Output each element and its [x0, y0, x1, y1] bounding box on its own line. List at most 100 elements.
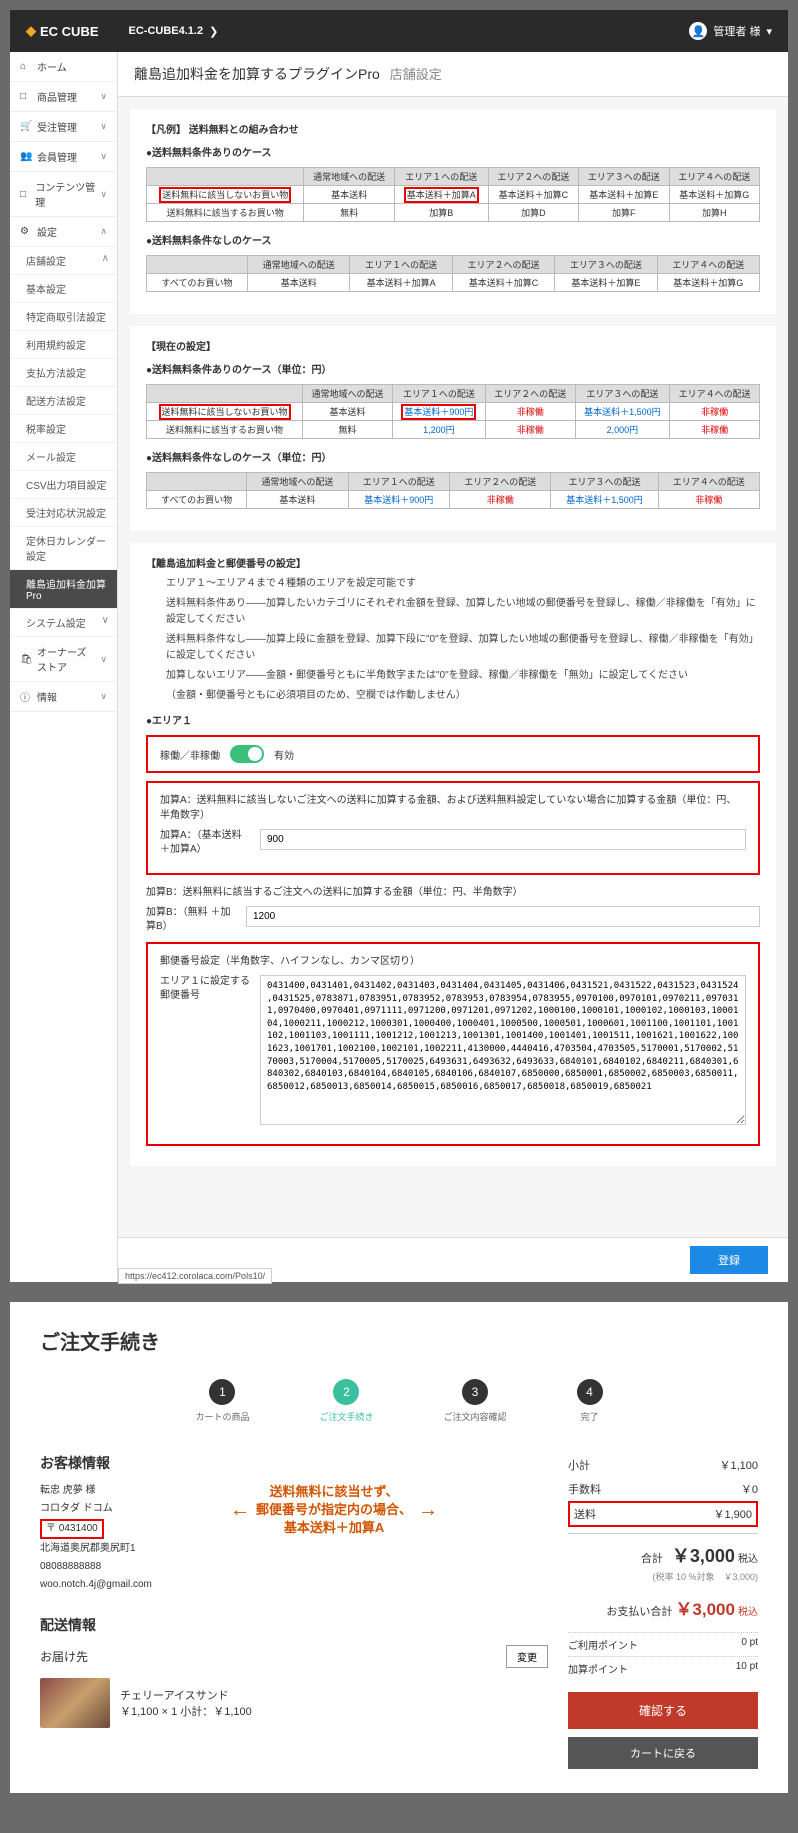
back-to-cart-button[interactable]: カートに戻る	[568, 1737, 758, 1769]
logo: ◆ EC CUBE	[26, 23, 99, 39]
shipping-label: 送料	[574, 1506, 596, 1522]
checkout-title: ご注文手続き	[40, 1326, 758, 1355]
nav-owners-store[interactable]: 🛍オーナーズストア∨	[10, 637, 117, 682]
checkout-screen: ご注文手続き 1カートの商品 2ご注文手続き 3ご注文内容確認 4完了 お客様情…	[10, 1302, 788, 1793]
chevron-up-icon: ∧	[100, 226, 107, 237]
confirm-button[interactable]: 確認する	[568, 1692, 758, 1729]
sub-system[interactable]: システム設定∨	[10, 609, 117, 637]
user-menu[interactable]: 👤 管理者 様 ▾	[689, 22, 772, 40]
version-label[interactable]: EC-CUBE4.1.2	[129, 25, 204, 37]
legend-table-1: 通常地域への配送エリア１への配送エリア２への配送エリア３への配送エリア４への配送…	[146, 167, 760, 222]
submit-button[interactable]: 登録	[690, 1246, 768, 1274]
url-status-hint: https://ec412.corolaca.com/Pols10/	[118, 1268, 272, 1284]
cart-icon: 🛒	[20, 121, 32, 132]
change-address-button[interactable]: 変更	[506, 1645, 548, 1668]
chevron-down-icon: ∨	[102, 615, 109, 630]
sub-tax[interactable]: 税率設定	[10, 415, 117, 443]
store-icon: 🛍	[20, 654, 32, 665]
fee-value: ￥0	[741, 1481, 758, 1497]
sub-island-surcharge[interactable]: 離島追加料金加算Pro	[10, 570, 117, 609]
delivery-dest-label: お届け先	[40, 1648, 88, 1665]
chevron-down-icon: ∨	[100, 121, 107, 132]
page-title: 離島追加料金を加算するプラグインPro 店舗設定	[118, 52, 788, 97]
postal-note-1: エリア１～エリア４まで４種類のエリアを設定可能です	[166, 576, 760, 592]
postal-section-title: 【離島追加料金と郵便番号の設定】	[146, 555, 760, 570]
avatar-icon: 👤	[689, 22, 707, 40]
sub-terms[interactable]: 利用規約設定	[10, 331, 117, 359]
chevron-down-icon: ∨	[100, 151, 107, 162]
product-price-line: ￥1,100 × 1 小計：￥1,100	[120, 1703, 252, 1719]
nav-info[interactable]: ⓘ情報∨	[10, 682, 117, 712]
sub-payment[interactable]: 支払方法設定	[10, 359, 117, 387]
add-point-value: 10 pt	[736, 1661, 758, 1676]
nav-home[interactable]: ⌂ホーム	[10, 52, 117, 82]
addB-desc: 加算B：送料無料に該当するご注文への送料に加算する金額（単位：円、半角数字）	[146, 883, 760, 898]
addA-desc: 加算A：送料無料に該当しないご注文への送料に加算する金額、および送料無料設定して…	[160, 791, 746, 821]
sub-order-status[interactable]: 受注対応状況設定	[10, 499, 117, 527]
nav-contents[interactable]: □コンテンツ管理∨	[10, 172, 117, 217]
pay-suffix: 税込	[738, 1607, 758, 1618]
chevron-down-icon: ∨	[100, 691, 107, 702]
callout-annotation: ← 送料無料に該当せず、 郵便番号が指定内の場合、 基本送料＋加算A →	[230, 1483, 438, 1538]
addA-input[interactable]	[260, 829, 746, 850]
arrow-right-icon: →	[418, 1499, 438, 1522]
gear-icon: ⚙	[20, 226, 32, 237]
nav-members[interactable]: 👥会員管理∨	[10, 142, 117, 172]
logo-text: EC CUBE	[40, 24, 99, 39]
customer-name: 転忠 虎夢 様	[40, 1483, 210, 1499]
customer-company: コロタダ ドコム	[40, 1501, 210, 1517]
sub-shop-settings[interactable]: 店舗設定∧	[10, 247, 117, 275]
customer-address: 北海道奥尻郡奥尻町1	[40, 1541, 210, 1557]
case1-title: ●送料無料条件ありのケース	[146, 144, 760, 159]
step-4: 4完了	[577, 1379, 603, 1423]
addB-label: 加算B：（無料 ＋加算B）	[146, 906, 236, 934]
customer-tel: 08088888888	[40, 1559, 210, 1575]
box-icon: □	[20, 91, 32, 102]
shipping-value: ￥1,900	[713, 1506, 752, 1522]
customer-email: woo.notch.4j@gmail.com	[40, 1577, 210, 1593]
sub-tokutei[interactable]: 特定商取引法設定	[10, 303, 117, 331]
nav-settings[interactable]: ⚙設定∧	[10, 217, 117, 247]
total-value: ￥3,000	[672, 1546, 735, 1566]
add-point-label: 加算ポイント	[568, 1661, 628, 1676]
chevron-down-icon: ▾	[766, 25, 772, 38]
sub-basic[interactable]: 基本設定	[10, 275, 117, 303]
sub-delivery[interactable]: 配送方法設定	[10, 387, 117, 415]
zip-label: エリア１に設定する郵便番号	[160, 975, 250, 1003]
total-label: 合計	[641, 1553, 663, 1565]
current-table-2: 通常地域への配送エリア１への配送エリア２への配送エリア３への配送エリア４への配送…	[146, 472, 760, 509]
subtotal-label: 小計	[568, 1457, 590, 1473]
nav-orders[interactable]: 🛒受注管理∨	[10, 112, 117, 142]
sidebar: ⌂ホーム □商品管理∨ 🛒受注管理∨ 👥会員管理∨ □コンテンツ管理∨ ⚙設定∧…	[10, 52, 118, 1282]
topbar: ◆ EC CUBE EC-CUBE4.1.2 ❯ 👤 管理者 様 ▾	[10, 10, 788, 52]
arrow-left-icon: ←	[230, 1499, 250, 1522]
step-3: 3ご注文内容確認	[444, 1379, 507, 1423]
nav-products[interactable]: □商品管理∨	[10, 82, 117, 112]
step-2: 2ご注文手続き	[319, 1379, 373, 1423]
current-table-1: 通常地域への配送エリア１への配送エリア２への配送エリア３への配送エリア４への配送…	[146, 384, 760, 439]
pay-amount: ￥3,000	[675, 1600, 735, 1619]
customer-info-title: お客様情報	[40, 1453, 210, 1473]
chevron-down-icon: ∨	[100, 91, 107, 102]
sub-csv[interactable]: CSV出力項目設定	[10, 471, 117, 499]
pay-label: お支払い合計	[606, 1606, 672, 1618]
users-icon: 👥	[20, 151, 32, 162]
chevron-right-icon: ❯	[209, 25, 218, 38]
case2-title: ●送料無料条件なしのケース	[146, 232, 760, 247]
area1-toggle-block: 稼働／非稼働 有効	[146, 735, 760, 773]
addB-input[interactable]	[246, 906, 760, 927]
area1-toggle[interactable]	[230, 745, 264, 763]
sub-mail[interactable]: メール設定	[10, 443, 117, 471]
postal-note-3: 送料無料条件なし――加算上段に金額を登録、加算下段に"0"を登録、加算したい地域…	[166, 632, 760, 664]
sub-holiday[interactable]: 定休日カレンダー設定	[10, 527, 117, 570]
zip-textarea[interactable]	[260, 975, 746, 1125]
area1-label: ●エリア１	[146, 712, 760, 727]
checkout-steps: 1カートの商品 2ご注文手続き 3ご注文内容確認 4完了	[40, 1379, 758, 1423]
current-title: 【現在の設定】	[146, 338, 760, 353]
home-icon: ⌂	[20, 61, 32, 72]
chevron-down-icon: ∨	[100, 189, 107, 200]
step-1: 1カートの商品	[195, 1379, 249, 1423]
postal-note-5: （金額・郵便番号ともに必須項目のため、空欄では作動しません）	[166, 688, 760, 704]
use-point-label: ご利用ポイント	[568, 1637, 638, 1652]
main-content: 離島追加料金を加算するプラグインPro 店舗設定 【凡例】 送料無料との組み合わ…	[118, 52, 788, 1282]
